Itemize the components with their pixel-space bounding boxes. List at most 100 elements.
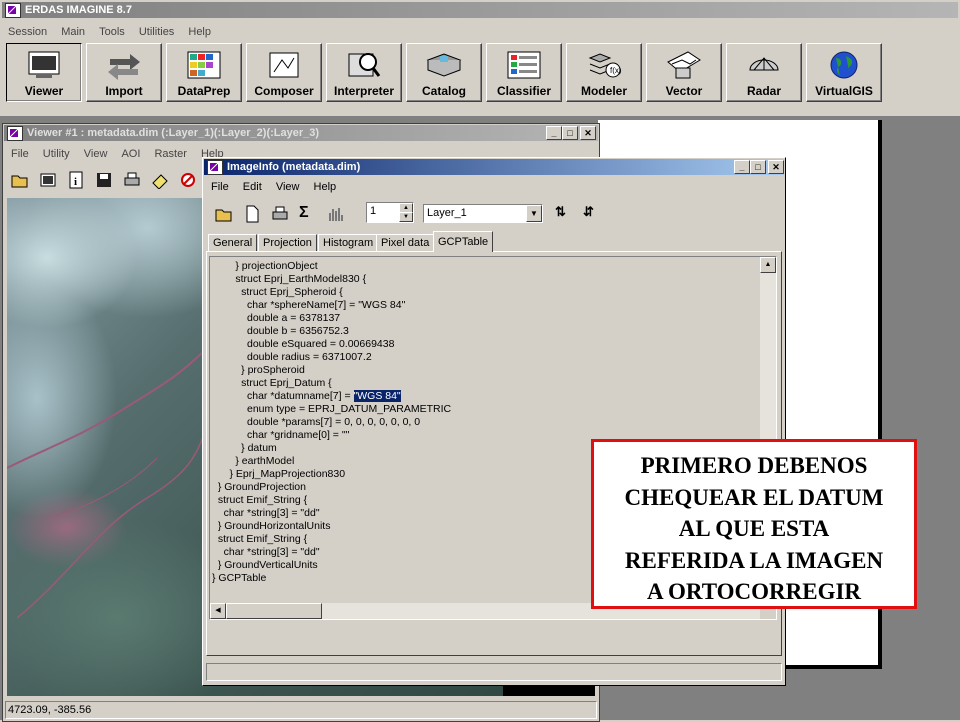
tab-projection[interactable]: Projection bbox=[258, 234, 317, 252]
imageinfo-menu-help[interactable]: Help bbox=[314, 181, 337, 193]
interpreter-button[interactable]: Interpreter bbox=[326, 43, 402, 102]
imageinfo-logo-icon bbox=[207, 160, 223, 175]
virtualgis-button[interactable]: VirtualGIS bbox=[806, 43, 882, 102]
svg-text:i: i bbox=[74, 176, 77, 188]
vector-label: Vector bbox=[647, 84, 721, 98]
scroll-up-button[interactable]: ▲ bbox=[760, 257, 776, 273]
tab-pixel-data[interactable]: Pixel data bbox=[376, 234, 434, 252]
classifier-button[interactable]: Classifier bbox=[486, 43, 562, 102]
interpreter-icon bbox=[346, 50, 382, 80]
horizontal-scroll-thumb[interactable] bbox=[226, 603, 322, 619]
virtualgis-label: VirtualGIS bbox=[807, 84, 881, 98]
catalog-button[interactable]: Catalog bbox=[406, 43, 482, 102]
viewer-menu-file[interactable]: File bbox=[11, 148, 29, 160]
chevron-down-icon[interactable]: ▼ bbox=[526, 205, 542, 222]
clear-icon[interactable] bbox=[179, 171, 197, 189]
app-titlebar: ERDAS IMAGINE 8.7 bbox=[2, 2, 958, 18]
new-viewer-icon[interactable] bbox=[39, 171, 57, 189]
viewer-icon bbox=[26, 50, 62, 80]
datum-highlight: "WGS 84" bbox=[354, 390, 401, 402]
imageinfo-menubar: File Edit View Help bbox=[207, 179, 343, 195]
open-folder-icon[interactable] bbox=[215, 205, 233, 223]
histogram-icon[interactable] bbox=[327, 205, 345, 223]
callout-line-2: CHEQUEAR EL DATUM bbox=[594, 482, 914, 514]
viewer-statusbar: 4723.09, -385.56 bbox=[5, 701, 597, 719]
classifier-label: Classifier bbox=[487, 84, 561, 98]
imageinfo-title: ImageInfo (metadata.dim) bbox=[227, 161, 360, 173]
globe-icon bbox=[826, 50, 862, 80]
tab-histogram[interactable]: Histogram bbox=[318, 234, 378, 252]
interpreter-label: Interpreter bbox=[327, 84, 401, 98]
sigma-icon[interactable]: Σ bbox=[299, 204, 317, 222]
viewer-title: Viewer #1 : metadata.dim (:Layer_1)(:Lay… bbox=[27, 127, 319, 139]
callout-line-1: PRIMERO DEBENOS bbox=[594, 450, 914, 482]
modeler-label: Modeler bbox=[567, 84, 641, 98]
menu-tools[interactable]: Tools bbox=[99, 26, 125, 38]
imageinfo-menu-edit[interactable]: Edit bbox=[243, 181, 262, 193]
viewer-logo-icon bbox=[7, 126, 23, 141]
app-title: ERDAS IMAGINE 8.7 bbox=[25, 4, 132, 16]
minimize-button[interactable]: _ bbox=[546, 126, 562, 140]
save-icon[interactable] bbox=[95, 171, 113, 189]
band-spinner-value: 1 bbox=[370, 205, 376, 217]
code-after: enum type = EPRJ_DATUM_PARAMETRIC double… bbox=[212, 403, 451, 584]
menu-session[interactable]: Session bbox=[8, 26, 47, 38]
menu-utilities[interactable]: Utilities bbox=[139, 26, 174, 38]
callout-line-5: A ORTOCORREGIR bbox=[594, 576, 914, 608]
viewer-label: Viewer bbox=[7, 84, 81, 98]
viewer-menu-view[interactable]: View bbox=[84, 148, 108, 160]
sort-up-icon[interactable]: ⇅ bbox=[555, 204, 573, 222]
tab-gcptable[interactable]: GCPTable bbox=[433, 231, 493, 252]
imageinfo-menu-view[interactable]: View bbox=[276, 181, 300, 193]
eraser-icon[interactable] bbox=[151, 171, 169, 189]
catalog-icon bbox=[426, 50, 462, 80]
import-button[interactable]: Import bbox=[86, 43, 162, 102]
dataprep-label: DataPrep bbox=[167, 84, 241, 98]
cursor-coordinates: 4723.09, -385.56 bbox=[8, 704, 91, 716]
import-label: Import bbox=[87, 84, 161, 98]
imageinfo-maximize-button[interactable]: □ bbox=[750, 160, 766, 174]
menu-main[interactable]: Main bbox=[61, 26, 85, 38]
layer-select[interactable]: Layer_1 ▼ bbox=[423, 204, 543, 223]
viewer-titlebar: Viewer #1 : metadata.dim (:Layer_1)(:Lay… bbox=[4, 125, 598, 141]
composer-label: Composer bbox=[247, 84, 321, 98]
code-before: } projectionObject struct Eprj_EarthMode… bbox=[212, 260, 405, 402]
print-icon[interactable] bbox=[123, 171, 141, 189]
modeler-icon: f(x) bbox=[586, 50, 622, 80]
info-icon[interactable]: i bbox=[67, 171, 85, 189]
dataprep-button[interactable]: DataPrep bbox=[166, 43, 242, 102]
viewer-menu-aoi[interactable]: AOI bbox=[121, 148, 140, 160]
tab-general[interactable]: General bbox=[208, 234, 257, 252]
dataprep-icon bbox=[186, 50, 222, 80]
composer-button[interactable]: Composer bbox=[246, 43, 322, 102]
viewer-menubar: File Utility View AOI Raster Help bbox=[7, 146, 231, 162]
gcptable-code: } projectionObject struct Eprj_EarthMode… bbox=[212, 260, 451, 585]
radar-icon bbox=[746, 50, 782, 80]
modeler-button[interactable]: f(x) Modeler bbox=[566, 43, 642, 102]
imageinfo-close-button[interactable]: ✕ bbox=[768, 160, 784, 174]
band-spinner[interactable]: 1 ▲ ▼ bbox=[366, 202, 414, 223]
imageinfo-menu-file[interactable]: File bbox=[211, 181, 229, 193]
radar-button[interactable]: Radar bbox=[726, 43, 802, 102]
app-menubar: Session Main Tools Utilities Help bbox=[4, 24, 218, 40]
classifier-icon bbox=[506, 50, 542, 80]
open-folder-icon[interactable] bbox=[11, 171, 29, 189]
new-document-icon[interactable] bbox=[243, 205, 261, 223]
imageinfo-minimize-button[interactable]: _ bbox=[734, 160, 750, 174]
scroll-left-button[interactable]: ◀ bbox=[210, 603, 226, 619]
viewer-menu-raster[interactable]: Raster bbox=[154, 148, 186, 160]
sort-down-icon[interactable]: ⇵ bbox=[583, 204, 601, 222]
svg-text:f(x): f(x) bbox=[610, 66, 622, 75]
erdas-logo-icon bbox=[5, 3, 21, 18]
maximize-button[interactable]: □ bbox=[562, 126, 578, 140]
vector-button[interactable]: Vector bbox=[646, 43, 722, 102]
vector-icon bbox=[666, 50, 702, 80]
close-button[interactable]: ✕ bbox=[580, 126, 596, 140]
viewer-menu-utility[interactable]: Utility bbox=[43, 148, 70, 160]
print-icon[interactable] bbox=[271, 205, 289, 223]
radar-label: Radar bbox=[727, 84, 801, 98]
viewer-button[interactable]: Viewer bbox=[6, 43, 82, 102]
menu-help[interactable]: Help bbox=[188, 26, 211, 38]
composer-icon bbox=[266, 50, 302, 80]
spinner-down-button[interactable]: ▼ bbox=[399, 212, 413, 222]
